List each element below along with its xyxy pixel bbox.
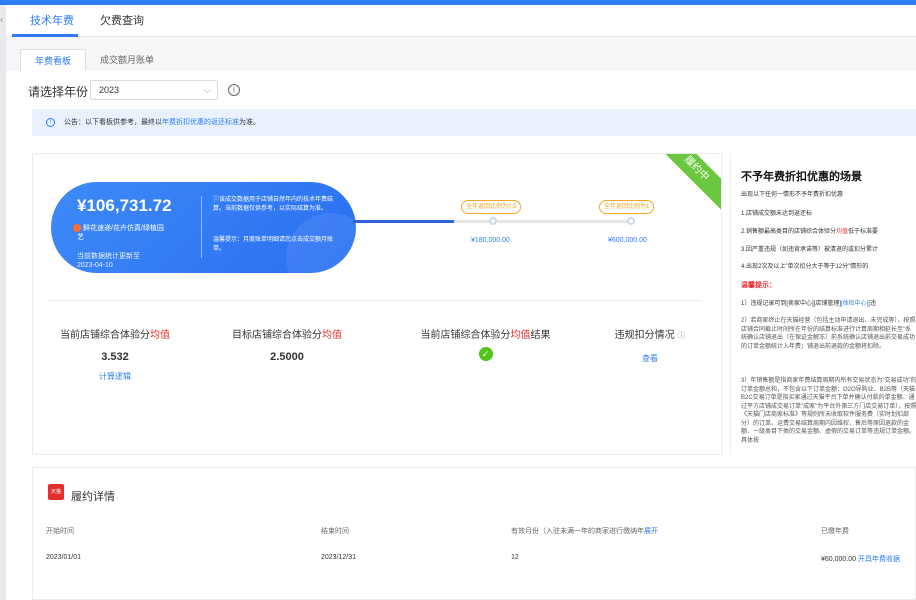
sales-note: ⓘ该成交数据用于店铺自然年内的技术年费结算。当前数据仅供参考，以实际结算为准。	[213, 197, 334, 212]
panel-intro: 出现以下任何一情形不予年费折扣优惠	[741, 192, 844, 198]
year-filter-label: 请选择年份	[28, 85, 89, 99]
view-violations-link[interactable]: 查看	[605, 353, 695, 364]
subtab-monthly-bill[interactable]: 成交额月账单	[90, 49, 164, 71]
tier-amount-2: ¥600,000.00	[608, 237, 647, 244]
calc-logic-link[interactable]: 计算逻辑	[45, 371, 185, 382]
tier-chip-2: 全年返回比例为1	[599, 200, 655, 214]
row-months: 12	[511, 554, 519, 561]
tmall-logo-icon: 天猫	[48, 484, 64, 500]
warm-tip-title: 温馨提示：	[741, 282, 776, 289]
divider	[47, 300, 702, 301]
notice-suffix: 为准。	[239, 119, 260, 126]
info-icon[interactable]: ⓘ	[677, 331, 685, 340]
tab-arrears-query[interactable]: 欠费查询	[100, 5, 144, 37]
check-circle-icon: ✓	[478, 347, 493, 361]
issue-receipt-link[interactable]: 开具年费收据	[858, 556, 900, 563]
fulfillment-card: 履约中 ¥106,731.72 鲜花速递/花卉仿真/绿植园 艺 当前数据统计更新…	[32, 153, 722, 455]
warm-tip-2: 2）若商家终止在天猫经营（包括主动申请退出、未完成等），按照店铺合同截止时间所在…	[741, 318, 916, 350]
tier-chip-1: 全年返回比例为0.5	[461, 200, 522, 214]
scenario-1: 1.店铺成交额未达到返还标	[741, 211, 813, 217]
rebate-progress: 全年返回比例为0.5 ¥180,000.00 全年返回比例为1 ¥600,000…	[353, 192, 713, 252]
stat-current-score: 当前店铺综合体验分均值 3.532 计算逻辑	[45, 326, 185, 382]
page-content: 技术年费 欠费查询 年费看板 成交额月账单 请选择年份 2023 ⌵ i i 公…	[6, 5, 916, 600]
sales-amount: ¥106,731.72	[77, 196, 172, 215]
warm-tip-3: 3）年销售额是指商家年费结算周期内所有交易状态为"交易成功"的订单金额总和，不包…	[741, 378, 916, 444]
expand-link[interactable]: 展开	[644, 528, 658, 535]
stat-score-result: 当前店铺综合体验分均值结果 ✓	[420, 330, 551, 361]
target-score-value: 2.5000	[270, 351, 304, 363]
details-title: 履约详情	[71, 491, 115, 503]
sales-tip: 温馨提示：月度账单明细请您点击成交额月账单。	[213, 237, 334, 252]
stat-violation: 违规扣分情况 ⓘ 查看	[605, 326, 695, 364]
main-tabs: 技术年费 欠费查询	[6, 5, 916, 37]
notice-prefix: 公告：以下看板供参考，最终以	[64, 119, 162, 126]
store-category-cont: 艺	[77, 234, 84, 241]
progress-fill	[353, 220, 454, 223]
scenario-3: 3.因严重违规（如违背承诺等）被清退的或扣分累计	[741, 247, 879, 253]
info-icon: i	[46, 118, 55, 127]
tier-marker-1	[489, 217, 497, 225]
sub-tabs: 年费看板 成交额月账单	[6, 37, 916, 71]
year-select[interactable]: 2023 ⌵	[90, 80, 218, 100]
scenario-2: 2.销售额最高类目的店铺综合体验分均值低于标准要	[741, 229, 879, 235]
updated-at: 当前数据统计更新至 2023-04-10	[77, 253, 140, 269]
subtab-annual-fee-board[interactable]: 年费看板	[20, 49, 86, 71]
category-icon	[73, 224, 81, 233]
pill-divider	[201, 196, 202, 258]
chevron-down-icon: ⌵	[204, 85, 211, 95]
col-end-time: 结束时间	[321, 528, 349, 535]
scenario-4: 4.出现2次及以上"单次扣分大于等于12分"情形的	[741, 264, 869, 270]
col-valid-months: 有效月份（入驻未满一年的商家进行缴纳年展开	[511, 528, 658, 535]
no-discount-panel: 不予年费折扣优惠的场景 出现以下任何一情形不予年费折扣优惠 1.店铺成交额未达到…	[730, 153, 916, 455]
col-paid-fee: 已缴年费	[821, 528, 849, 535]
sales-summary-pill: ¥106,731.72 鲜花速递/花卉仿真/绿植园 艺 当前数据统计更新至 202…	[51, 182, 356, 273]
year-select-value: 2023	[99, 85, 120, 95]
warm-tip-1: 1）违规记录可到[卖家中心][店铺管理][体检中心][违	[741, 301, 877, 307]
stat-target-score: 目标店铺综合体验分均值 2.5000	[217, 326, 357, 363]
fulfillment-details: 天猫 履约详情 开始时间 结束时间 有效月份（入驻未满一年的商家进行缴纳年展开 …	[32, 467, 916, 600]
row-paid: ¥60,000.00 开具年费收据	[821, 556, 900, 563]
row-end: 2023/12/31	[321, 554, 357, 561]
notice-highlight[interactable]: 年费折扣优惠的返还标准	[162, 119, 239, 126]
info-icon[interactable]: i	[228, 84, 240, 96]
tab-technical-fee[interactable]: 技术年费	[30, 5, 74, 37]
notice-banner: i 公告：以下看板供参考，最终以年费折扣优惠的返还标准为准。	[32, 109, 916, 136]
current-score-value: 3.532	[101, 351, 129, 363]
tier-marker-2	[627, 217, 635, 225]
tier-amount-1: ¥180,000.00	[471, 237, 510, 244]
store-category: 鲜花速递/花卉仿真/绿植园	[73, 223, 164, 233]
col-start-time: 开始时间	[46, 528, 74, 535]
panel-title: 不予年费折扣优惠的场景	[741, 171, 862, 183]
row-start: 2023/01/01	[46, 554, 82, 561]
